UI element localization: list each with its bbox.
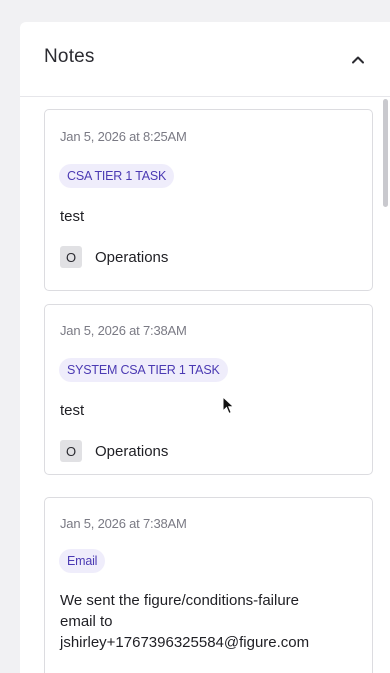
mouse-pointer-icon [222, 396, 235, 415]
notes-panel: Notes Jan 5, 2026 at 8:25AM CSA TIER 1 T… [20, 22, 390, 673]
notes-panel-header[interactable]: Notes [20, 22, 390, 97]
note-body: test [60, 208, 85, 225]
note-body: We sent the figure/conditions-failure em… [60, 590, 309, 653]
scrollbar-thumb[interactable] [383, 99, 388, 207]
note-card: Jan 5, 2026 at 7:38AM SYSTEM CSA TIER 1 … [44, 304, 373, 475]
collapse-button[interactable] [346, 48, 370, 72]
team-name: Operations [95, 248, 169, 266]
note-tag: Email [59, 549, 106, 573]
note-card: Jan 5, 2026 at 8:25AM CSA TIER 1 TASK te… [44, 109, 373, 291]
notes-list[interactable]: Jan 5, 2026 at 8:25AM CSA TIER 1 TASK te… [20, 97, 390, 673]
chevron-up-icon [352, 56, 364, 64]
note-date: Jan 5, 2026 at 7:38AM [60, 516, 187, 531]
note-card: Jan 5, 2026 at 7:38AM Email We sent the … [44, 497, 373, 673]
note-body-line: We sent the figure/conditions-failure [60, 592, 300, 609]
note-body: test [60, 402, 85, 419]
note-date: Jan 5, 2026 at 7:38AM [60, 323, 187, 338]
note-tag: CSA TIER 1 TASK [59, 164, 175, 188]
note-team: O Operations [60, 440, 168, 462]
scrollbar[interactable] [382, 97, 390, 673]
note-body-line: jshirley+1767396325584@figure.com [60, 634, 310, 651]
note-date: Jan 5, 2026 at 8:25AM [60, 129, 187, 144]
team-name: Operations [95, 442, 169, 460]
note-tag: SYSTEM CSA TIER 1 TASK [59, 358, 228, 382]
team-avatar: O [60, 246, 82, 268]
team-avatar: O [60, 440, 82, 462]
panel-title: Notes [44, 46, 95, 67]
note-body-line: email to [60, 613, 113, 630]
note-team: O Operations [60, 246, 168, 268]
